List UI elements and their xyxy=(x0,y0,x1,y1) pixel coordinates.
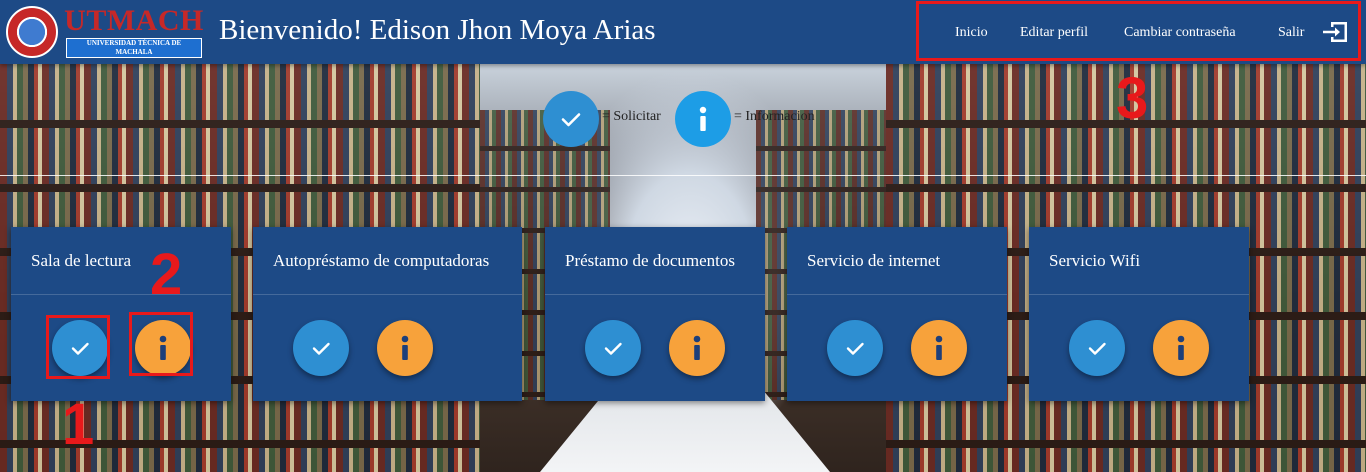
annotation-number-1: 1 xyxy=(62,392,95,457)
service-title: Sala de lectura xyxy=(31,251,132,270)
nav-cambiar-contrasena[interactable]: Cambiar contraseña xyxy=(1124,25,1236,41)
service-card-wifi: Servicio Wifi xyxy=(1029,227,1249,401)
logo-subtitle-line1: UNIVERSIDAD TÉCNICA DE xyxy=(86,39,182,47)
card-divider xyxy=(253,294,522,295)
request-button[interactable] xyxy=(827,320,883,376)
divider-line xyxy=(0,175,1366,176)
service-title: Autopréstamo de computadoras xyxy=(273,251,490,270)
check-icon xyxy=(312,342,330,355)
service-card-internet: Servicio de internet xyxy=(787,227,1007,401)
legend-info-text: = Informacion xyxy=(734,109,815,124)
info-icon xyxy=(1177,335,1185,360)
university-logo[interactable]: UTMACH UNIVERSIDAD TÉCNICA DE MACHALA xyxy=(64,4,204,60)
info-button[interactable] xyxy=(377,320,433,376)
legend-info-icon xyxy=(675,91,731,147)
info-icon xyxy=(693,335,701,360)
check-icon xyxy=(604,342,622,355)
welcome-title: Bienvenido! Edison Jhon Moya Arias xyxy=(219,14,656,46)
info-button[interactable] xyxy=(911,320,967,376)
nav-inicio[interactable]: Inicio xyxy=(955,25,988,41)
top-header: UTMACH UNIVERSIDAD TÉCNICA DE MACHALA Bi… xyxy=(0,0,1366,64)
card-divider xyxy=(11,294,231,295)
logo-subtitle: UNIVERSIDAD TÉCNICA DE MACHALA xyxy=(66,38,202,58)
service-card-sala-de-lectura: Sala de lectura xyxy=(11,227,231,401)
request-button[interactable] xyxy=(1069,320,1125,376)
nav-editar-perfil[interactable]: Editar perfil xyxy=(1020,25,1088,41)
info-icon xyxy=(401,335,409,360)
legend-check-icon xyxy=(543,91,599,147)
info-button[interactable] xyxy=(1153,320,1209,376)
annotation-box-2 xyxy=(129,312,193,376)
card-divider xyxy=(545,294,765,295)
annotation-number-2: 2 xyxy=(150,242,183,307)
request-button[interactable] xyxy=(293,320,349,376)
info-button[interactable] xyxy=(669,320,725,376)
service-title: Servicio de internet xyxy=(807,251,941,270)
main-nav: Inicio Editar perfil Cambiar contraseña … xyxy=(916,1,1361,61)
annotation-number-3: 3 xyxy=(1116,66,1149,131)
university-seal-icon xyxy=(6,6,58,58)
service-title: Servicio Wifi xyxy=(1049,251,1141,270)
legend-request-text: = Solicitar xyxy=(602,109,661,124)
exit-to-app-icon[interactable] xyxy=(1321,20,1349,44)
logo-subtitle-line2: MACHALA xyxy=(115,48,153,56)
card-divider xyxy=(787,294,1007,295)
nav-salir[interactable]: Salir xyxy=(1278,25,1304,41)
service-card-autoprestamo: Autopréstamo de computadoras xyxy=(253,227,522,401)
check-icon xyxy=(846,342,864,355)
logo-word: UTMACH xyxy=(64,4,204,37)
request-button[interactable] xyxy=(585,320,641,376)
info-icon xyxy=(935,335,943,360)
check-icon xyxy=(1088,342,1106,355)
card-divider xyxy=(1029,294,1249,295)
annotation-box-1 xyxy=(46,315,110,379)
service-card-prestamo-documentos: Préstamo de documentos xyxy=(545,227,765,401)
service-title: Préstamo de documentos xyxy=(565,251,735,270)
